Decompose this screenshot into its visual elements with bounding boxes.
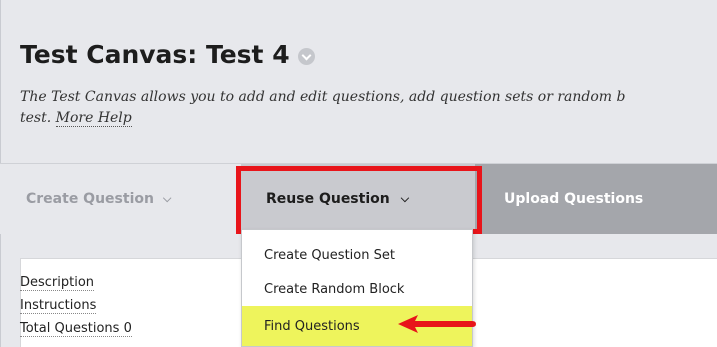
chevron-down-icon: ⌵ <box>162 192 172 205</box>
description-field: Description <box>20 275 95 291</box>
page-title: Test Canvas: Test 4 <box>20 40 315 69</box>
upload-questions-button[interactable]: Upload Questions <box>504 164 643 234</box>
description-label: Description <box>20 275 95 291</box>
page-description: The Test Canvas allows you to add and ed… <box>20 87 717 129</box>
menu-item-create-random-block[interactable]: Create Random Block <box>242 272 472 306</box>
options-menu-icon[interactable] <box>297 48 315 65</box>
instructions-label: Instructions <box>20 298 97 314</box>
upload-questions-label: Upload Questions <box>504 191 644 207</box>
menu-item-create-question-set[interactable]: Create Question Set <box>242 238 472 272</box>
red-arrow-icon <box>398 315 476 333</box>
total-questions-label-text: Total Questions <box>20 321 120 336</box>
create-question-label: Create Question <box>26 191 154 207</box>
total-questions-value: 0 <box>123 321 132 336</box>
description-line-2: test. More Help <box>20 108 717 129</box>
instructions-field: Instructions <box>20 298 97 314</box>
total-questions-label: Total Questions 0 <box>20 321 132 337</box>
more-help-link[interactable]: More Help <box>55 110 132 127</box>
description-line-1: The Test Canvas allows you to add and ed… <box>20 89 626 105</box>
page-title-text: Test Canvas: Test 4 <box>20 40 290 69</box>
create-question-button[interactable]: Create Question ⌵ <box>26 164 171 234</box>
highlight-callout-box <box>236 166 482 234</box>
description-line-2-text: test. <box>20 110 52 126</box>
total-questions-field: Total Questions 0 <box>20 321 132 337</box>
